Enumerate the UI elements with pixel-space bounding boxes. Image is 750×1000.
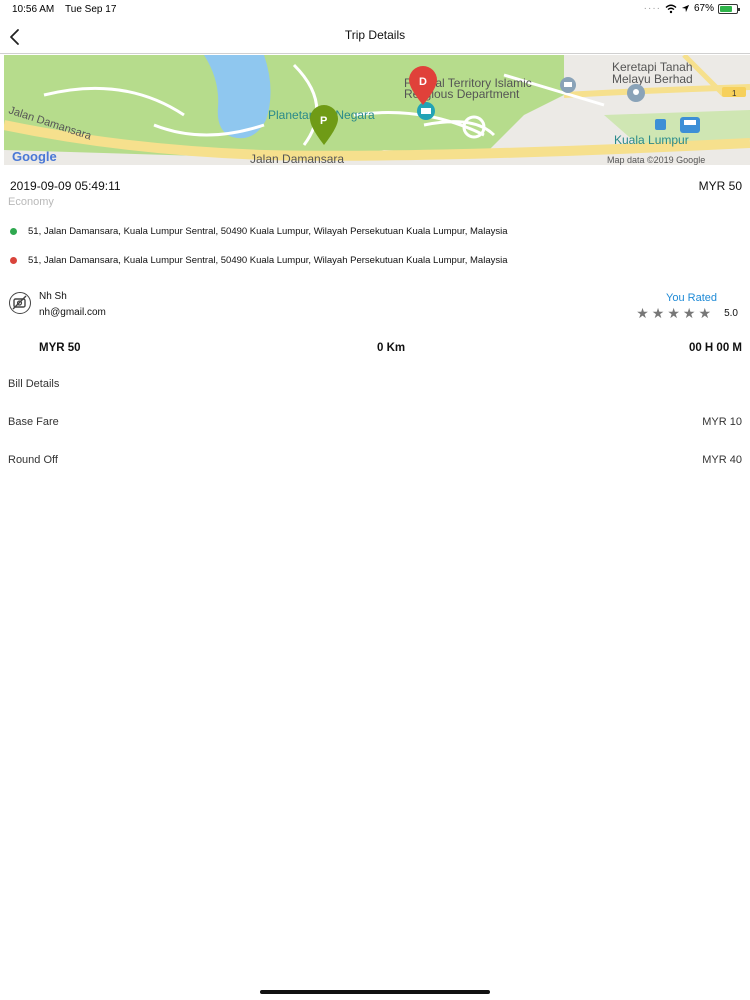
trip-class: Economy [8, 196, 54, 208]
bill-row-value: MYR 40 [702, 454, 742, 466]
trip-datetime: 2019-09-09 05:49:11 [10, 179, 121, 193]
planetarium-icon [417, 102, 435, 120]
poi-icon-keretapi [627, 84, 645, 102]
you-rated-label: You Rated [666, 292, 717, 304]
map-label-jalan-south: Jalan Damansara [250, 152, 344, 165]
bill-details-title: Bill Details [8, 378, 60, 390]
pickup-address-row: 51, Jalan Damansara, Kuala Lumpur Sentra… [10, 226, 508, 237]
summary-distance: 0 Km [377, 342, 406, 354]
nav-bar: Trip Details [0, 20, 750, 54]
battery-percent: 67% [693, 3, 714, 14]
map-attribution: Map data ©2019 Google [607, 155, 705, 165]
summary-time: 00 H 00 M [688, 342, 742, 354]
drop-pin-letter: D [419, 76, 427, 88]
no-photo-icon [12, 295, 27, 310]
poi-icon-department [560, 77, 576, 93]
avatar [9, 292, 31, 314]
trip-fare: MYR 50 [698, 179, 742, 193]
drop-dot-icon [10, 257, 17, 264]
bill-row-value: MYR 10 [702, 416, 742, 428]
road-number-badge: 1 [732, 89, 737, 98]
map-label-melayu: Melayu Berhad [612, 72, 693, 86]
map-label-kuala-lumpur: Kuala Lumpur [614, 133, 689, 147]
rating-stars: ★★★★★ [636, 305, 714, 321]
signal-dots-icon: ···· [643, 3, 661, 14]
battery-icon [718, 3, 740, 14]
drop-address-row: 51, Jalan Damansara, Kuala Lumpur Sentra… [10, 255, 508, 266]
bill-row-label: Round Off [8, 454, 58, 466]
status-left: 10:56 AM Tue Sep 17 [12, 4, 116, 15]
status-time: 10:56 AM [12, 4, 55, 15]
driver-name: Nh Sh [39, 291, 67, 302]
status-right: ···· 67% [643, 3, 740, 14]
summary-fare: MYR 50 [39, 342, 81, 354]
location-arrow-icon [681, 4, 690, 13]
status-date: Tue Sep 17 [65, 4, 117, 15]
wifi-icon [665, 4, 677, 13]
home-indicator[interactable] [260, 990, 490, 994]
pickup-dot-icon [10, 228, 17, 235]
pickup-address: 51, Jalan Damansara, Kuala Lumpur Sentra… [28, 226, 508, 237]
map-canvas: Federal Territory Islamic Religious Depa… [4, 55, 750, 165]
driver-email: nh@gmail.com [39, 307, 106, 318]
pickup-pin-letter: P [320, 115, 327, 127]
page-title: Trip Details [344, 28, 406, 42]
status-bar: 10:56 AM Tue Sep 17 ···· 67% [0, 0, 750, 20]
trip-map[interactable]: Federal Territory Islamic Religious Depa… [4, 55, 750, 165]
bill-row-label: Base Fare [8, 416, 59, 428]
drop-address: 51, Jalan Damansara, Kuala Lumpur Sentra… [28, 255, 508, 266]
google-logo: Google [12, 149, 57, 164]
rating-value: 5.0 [724, 308, 738, 319]
